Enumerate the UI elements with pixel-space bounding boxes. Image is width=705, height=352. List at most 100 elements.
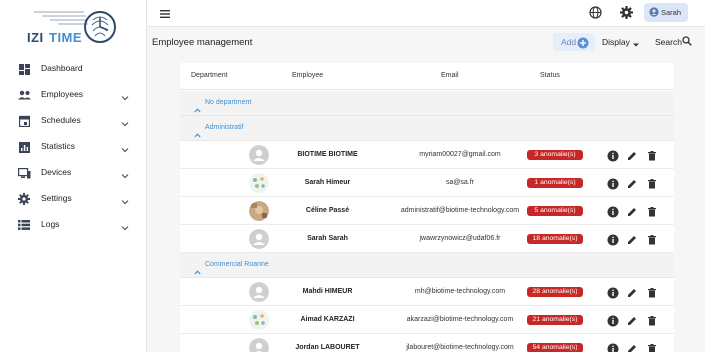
gear-icon <box>17 192 31 206</box>
status-badge: 28 anomalie(s) <box>527 287 583 297</box>
chevron-up-icon <box>194 262 201 275</box>
employee-email: myriam00027@gmail.com <box>419 151 501 158</box>
chevron-down-icon <box>120 116 130 127</box>
devices-icon <box>17 166 31 180</box>
display-dropdown[interactable]: Display <box>602 37 639 47</box>
table-row[interactable]: BIOTIME BIOTIME myriam00027@gmail.com 3 … <box>180 141 674 169</box>
svg-text:IZI: IZI <box>27 30 44 45</box>
employee-email: akarzazi@biotime-technology.com <box>406 316 514 323</box>
sidebar-item-logs[interactable]: Logs <box>0 212 147 238</box>
delete-icon[interactable] <box>646 286 658 298</box>
chevron-down-icon <box>120 168 130 179</box>
sidebar-item-label: Settings <box>41 193 72 203</box>
user-menu-button[interactable]: Sarah <box>644 3 688 22</box>
status-badge: 54 anomalie(s) <box>527 343 583 352</box>
sidebar-item-label: Dashboard <box>41 63 83 73</box>
delete-icon[interactable] <box>646 205 658 217</box>
sidebar-item-label: Devices <box>41 167 72 177</box>
delete-icon[interactable] <box>646 233 658 245</box>
column-header-employee: Employee <box>292 72 324 79</box>
group-label: Commercial Roanne <box>205 261 269 268</box>
page-title: Employee management <box>152 37 253 48</box>
employee-email: jlabouret@biotime-technology.com <box>406 344 514 351</box>
table-row[interactable]: Jordan LABOURET jlabouret@biotime-techno… <box>180 334 674 352</box>
chevron-down-icon <box>120 194 130 205</box>
bar-chart-icon <box>17 140 31 154</box>
edit-icon[interactable] <box>626 205 638 217</box>
column-header-email: Email <box>441 72 459 79</box>
sidebar-item-label: Statistics <box>41 141 76 151</box>
calendar-icon <box>17 114 31 128</box>
sidebar-item-schedules[interactable]: Schedules <box>0 108 147 134</box>
employee-table: Department Employee Email Status No depa… <box>180 63 674 352</box>
edit-icon[interactable] <box>626 286 638 298</box>
sidebar-nav: Dashboard Employees Schedules Statistics <box>0 56 147 238</box>
search-button[interactable]: Search <box>655 36 692 47</box>
group-header[interactable]: No department <box>180 91 674 116</box>
status-badge: 18 anomalie(s) <box>527 234 583 244</box>
edit-icon[interactable] <box>626 342 638 352</box>
dashboard-icon <box>17 62 31 76</box>
user-name: Sarah <box>661 8 682 17</box>
sidebar-item-devices[interactable]: Devices <box>0 160 147 186</box>
chevron-down-icon <box>120 142 130 153</box>
people-icon <box>17 88 31 102</box>
info-icon[interactable] <box>607 286 619 299</box>
search-label: Search <box>655 37 682 47</box>
info-icon[interactable] <box>607 177 619 190</box>
sidebar-item-dashboard[interactable]: Dashboard <box>0 56 147 82</box>
group-header[interactable]: Commercial Roanne <box>180 253 674 278</box>
izitime-logo[interactable]: IZI TIME <box>22 6 118 48</box>
employee-email: jwawrzynowicz@udaf06.fr <box>419 235 501 242</box>
edit-icon[interactable] <box>626 233 638 245</box>
add-button-label: Add <box>561 37 577 47</box>
chevron-up-icon <box>194 125 201 138</box>
info-icon[interactable] <box>607 149 619 162</box>
info-icon[interactable] <box>607 233 619 246</box>
sidebar: IZI TIME Dashboard Employees Schedules S… <box>0 0 147 352</box>
chevron-down-icon <box>120 220 130 231</box>
info-icon[interactable] <box>607 205 619 218</box>
status-badge: 5 anomalie(s) <box>527 206 583 216</box>
info-icon[interactable] <box>607 314 619 327</box>
settings-gear-icon[interactable] <box>620 6 633 19</box>
status-badge: 1 anomalie(s) <box>527 178 583 188</box>
sidebar-item-label: Schedules <box>41 115 81 125</box>
edit-icon[interactable] <box>626 177 638 189</box>
add-employee-button[interactable]: Add <box>553 33 595 51</box>
delete-icon[interactable] <box>646 149 658 161</box>
column-header-status: Status <box>540 72 560 79</box>
sidebar-item-settings[interactable]: Settings <box>0 186 147 212</box>
group-label: No department <box>205 99 252 106</box>
table-row[interactable]: Mahdi HIMEUR mh@biotime-technology.com 2… <box>180 278 674 306</box>
sidebar-item-statistics[interactable]: Statistics <box>0 134 147 160</box>
edit-icon[interactable] <box>626 149 638 161</box>
svg-text:TIME: TIME <box>49 30 82 45</box>
delete-icon[interactable] <box>646 342 658 352</box>
group-header[interactable]: Administratif <box>180 116 674 141</box>
sidebar-item-label: Employees <box>41 89 84 99</box>
search-icon <box>682 36 692 46</box>
employee-email: administratif@biotime-technology.com <box>400 207 520 214</box>
table-row[interactable]: Sarah Himeur sa@sa.fr 1 anomalie(s) <box>180 169 674 197</box>
globe-icon[interactable] <box>589 6 602 19</box>
table-header: Department Employee Email Status <box>180 63 674 90</box>
chevron-up-icon <box>194 100 201 113</box>
table-row[interactable]: Céline Passé administratif@biotime-techn… <box>180 197 674 225</box>
employee-email: sa@sa.fr <box>445 179 475 186</box>
display-label: Display <box>602 37 630 47</box>
info-icon[interactable] <box>607 342 619 352</box>
caret-down-icon <box>632 40 640 47</box>
delete-icon[interactable] <box>646 177 658 189</box>
delete-icon[interactable] <box>646 314 658 326</box>
sidebar-item-label: Logs <box>41 219 60 229</box>
employee-email: mh@biotime-technology.com <box>414 288 506 295</box>
account-circle-icon <box>649 4 659 22</box>
sidebar-item-employees[interactable]: Employees <box>0 82 147 108</box>
table-row[interactable]: Sarah Sarah jwawrzynowicz@udaf06.fr 18 a… <box>180 225 674 253</box>
edit-icon[interactable] <box>626 314 638 326</box>
menu-icon[interactable] <box>159 7 171 19</box>
table-row[interactable]: Aimad KARZAZI akarzazi@biotime-technolog… <box>180 306 674 334</box>
column-header-department: Department <box>191 72 228 79</box>
group-label: Administratif <box>205 124 244 131</box>
